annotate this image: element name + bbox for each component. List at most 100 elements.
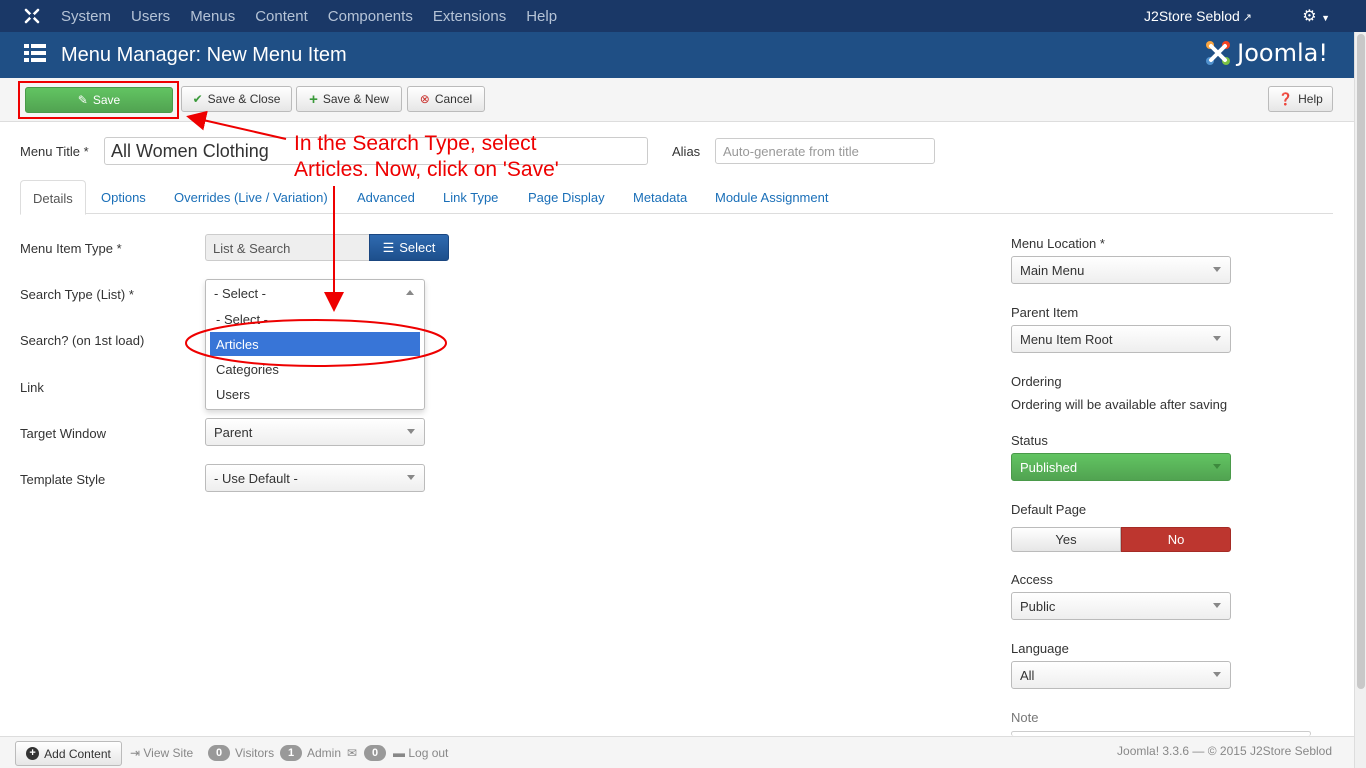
alias-label: Alias — [672, 144, 701, 159]
menu-item-type-label: Menu Item Type * — [20, 241, 122, 256]
external-link-icon: ⇥ — [130, 746, 144, 760]
search-type-dropdown[interactable]: - Select - - Select - Articles Categorie… — [205, 279, 425, 410]
caret-down-icon — [407, 475, 415, 480]
scrollbar-thumb[interactable] — [1357, 34, 1365, 689]
visitors-badge: 0 — [208, 745, 230, 761]
page-scrollbar[interactable] — [1354, 32, 1366, 768]
tab-overrides[interactable]: Overrides (Live / Variation) — [174, 180, 328, 214]
admin-label: Admin — [307, 746, 342, 760]
tab-details[interactable]: Details — [20, 180, 86, 215]
menu-location-select[interactable]: Main Menu — [1011, 256, 1231, 284]
admin-badge: 1 — [280, 745, 302, 761]
parent-item-select[interactable]: Menu Item Root — [1011, 325, 1231, 353]
target-window-label: Target Window — [20, 426, 106, 441]
option-articles[interactable]: Articles — [210, 332, 420, 356]
ordering-label: Ordering — [1011, 374, 1062, 389]
menu-extensions[interactable]: Extensions — [433, 8, 506, 25]
language-select[interactable]: All — [1011, 661, 1231, 689]
template-style-label: Template Style — [20, 472, 106, 487]
question-icon: ❓ — [1278, 92, 1294, 106]
access-label: Access — [1011, 572, 1053, 587]
option-select[interactable]: - Select - — [210, 307, 420, 331]
add-content-button[interactable]: + Add Content — [15, 741, 122, 766]
menu-system[interactable]: System — [61, 8, 111, 25]
plus-icon: + — [309, 90, 318, 108]
help-button[interactable]: ❓ Help — [1268, 86, 1333, 112]
check-icon: ✔ — [192, 92, 203, 106]
joomla-logo-icon[interactable] — [22, 6, 42, 26]
note-label: Note — [1011, 710, 1039, 725]
menu-content[interactable]: Content — [255, 8, 308, 25]
caret-down-icon — [1213, 267, 1221, 272]
status-footer: + Add Content ⇥ View Site 0 Visitors 1 Ad… — [0, 736, 1354, 768]
list-icon: ☰ — [382, 239, 395, 255]
caret-down-icon — [1213, 672, 1221, 677]
caret-down-icon — [1213, 603, 1221, 608]
external-link-icon: ↗ — [1242, 12, 1252, 24]
gear-icon[interactable]: ⚙ ▼ — [1302, 6, 1330, 26]
search-type-select[interactable]: - Select - — [206, 280, 424, 307]
logout-link[interactable]: ▬ Log out — [393, 746, 448, 760]
brand-name: Joomla! — [1237, 39, 1328, 67]
tab-advanced[interactable]: Advanced — [357, 180, 415, 214]
select-type-button[interactable]: ☰ Select — [369, 234, 449, 261]
save-close-button[interactable]: ✔ Save & Close — [181, 86, 292, 112]
tab-page-display[interactable]: Page Display — [528, 180, 605, 214]
default-page-label: Default Page — [1011, 502, 1087, 517]
copyright-text: Joomla! 3.3.6 — © 2015 J2Store Seblod — [1117, 744, 1332, 758]
plus-circle-icon: + — [26, 747, 40, 760]
language-label: Language — [1011, 641, 1069, 656]
menu-item-type-field: List & Search — [205, 234, 370, 261]
tab-metadata[interactable]: Metadata — [633, 180, 687, 214]
annotation-text: In the Search Type, select Articles. Now… — [294, 131, 559, 183]
joomla-brand-icon — [1206, 41, 1231, 65]
page-header: Menu Manager: New Menu Item Joomla! — [0, 32, 1366, 78]
toolbar: ✎ Save ✔ Save & Close + Save & New ⊗ Cancel … — [0, 78, 1354, 122]
messages-badge: 0 — [364, 745, 386, 761]
site-name: J2Store Seblod — [1144, 8, 1240, 24]
caret-down-icon — [1213, 336, 1221, 341]
target-window-select[interactable]: Parent — [205, 418, 425, 446]
tab-module-assignment[interactable]: Module Assignment — [715, 180, 828, 214]
caret-up-icon — [406, 290, 414, 295]
admin-menu: System Users Menus Content Components Ex… — [61, 0, 577, 32]
link-label: Link — [20, 380, 44, 395]
option-users[interactable]: Users — [210, 382, 420, 406]
parent-item-label: Parent Item — [1011, 305, 1079, 320]
status-select[interactable]: Published — [1011, 453, 1231, 481]
envelope-icon[interactable]: ✉ — [347, 746, 357, 760]
annotation-line-1: In the Search Type, select — [294, 132, 537, 155]
caret-down-icon — [1213, 464, 1221, 469]
ordering-text: Ordering will be available after saving — [1011, 397, 1228, 412]
annotation-highlight-box — [18, 81, 179, 119]
menu-title-label: Menu Title * — [20, 144, 89, 159]
menu-help[interactable]: Help — [526, 8, 557, 25]
save-new-button[interactable]: + Save & New — [296, 86, 402, 112]
tab-options[interactable]: Options — [101, 180, 146, 214]
minus-icon: ▬ — [393, 746, 409, 760]
menu-users[interactable]: Users — [131, 8, 170, 25]
tab-bar: Details Options Overrides (Live / Variat… — [20, 180, 1333, 215]
annotation-line-2: Articles. Now, click on 'Save' — [294, 158, 559, 181]
template-style-select[interactable]: - Use Default - — [205, 464, 425, 492]
view-site-link[interactable]: ⇥ View Site — [130, 746, 193, 760]
search-first-load-label: Search? (on 1st load) — [20, 333, 145, 348]
cancel-icon: ⊗ — [419, 92, 430, 106]
menu-location-label: Menu Location * — [1011, 236, 1105, 251]
tab-link-type[interactable]: Link Type — [443, 180, 498, 214]
cancel-button[interactable]: ⊗ Cancel — [407, 86, 485, 112]
site-link[interactable]: J2Store Seblod ↗ — [1144, 8, 1252, 24]
menu-menus[interactable]: Menus — [190, 8, 235, 25]
option-categories[interactable]: Categories — [210, 357, 420, 381]
menu-components[interactable]: Components — [328, 8, 413, 25]
default-page-yes[interactable]: Yes — [1011, 527, 1121, 552]
joomla-brand: Joomla! — [1203, 38, 1328, 68]
search-type-label: Search Type (List) * — [20, 287, 134, 302]
caret-down-icon — [407, 429, 415, 434]
list-icon — [24, 44, 46, 62]
status-label: Status — [1011, 433, 1048, 448]
default-page-no[interactable]: No — [1121, 527, 1231, 552]
alias-input[interactable]: Auto-generate from title — [715, 138, 935, 164]
access-select[interactable]: Public — [1011, 592, 1231, 620]
admin-navbar: System Users Menus Content Components Ex… — [0, 0, 1366, 32]
